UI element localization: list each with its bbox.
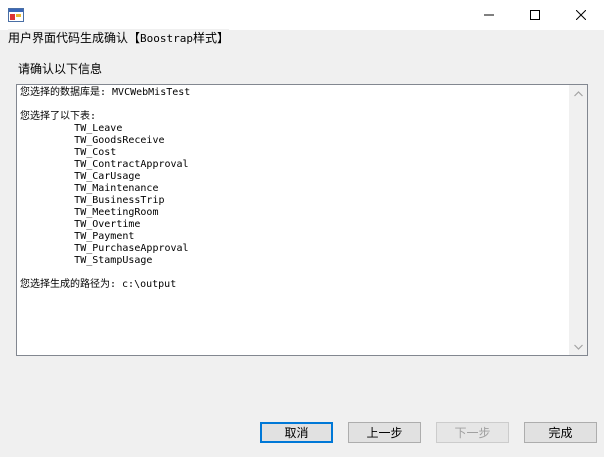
minimize-button[interactable] [466, 0, 512, 30]
group-title-code: Boostrap [140, 32, 193, 45]
close-button[interactable] [558, 0, 604, 30]
minimize-icon [484, 14, 494, 16]
group-title-end: 样式】 [193, 31, 230, 45]
previous-button[interactable]: 上一步 [348, 422, 421, 443]
cancel-button[interactable]: 取消 [260, 422, 333, 443]
next-button[interactable]: 下一步 [436, 422, 509, 443]
app-window-icon [8, 8, 24, 22]
summary-textbox[interactable]: 您选择的数据库是: MVCWebMisTest 您选择了以下表: TW_Leav… [16, 84, 588, 356]
dialog-window: 用户界面代码生成确认【Boostrap样式】 请确认以下信息 您选择的数据库是:… [0, 0, 604, 457]
scroll-down-button[interactable] [570, 338, 587, 355]
summary-text: 您选择的数据库是: MVCWebMisTest 您选择了以下表: TW_Leav… [20, 87, 191, 290]
group-box-title: 用户界面代码生成确认【Boostrap样式】 [8, 29, 230, 47]
finish-button[interactable]: 完成 [524, 422, 597, 443]
maximize-button[interactable] [512, 0, 558, 30]
maximize-icon [530, 10, 540, 20]
scroll-down-arrow-icon [574, 344, 583, 350]
title-bar[interactable] [0, 0, 604, 30]
confirm-prompt-label: 请确认以下信息 [18, 62, 103, 76]
group-title-cn: 用户界面代码生成确认【 [8, 31, 141, 45]
vertical-scrollbar[interactable] [569, 85, 587, 355]
scroll-up-arrow-icon [574, 90, 583, 96]
close-icon [576, 10, 586, 20]
scroll-up-button[interactable] [570, 85, 587, 102]
